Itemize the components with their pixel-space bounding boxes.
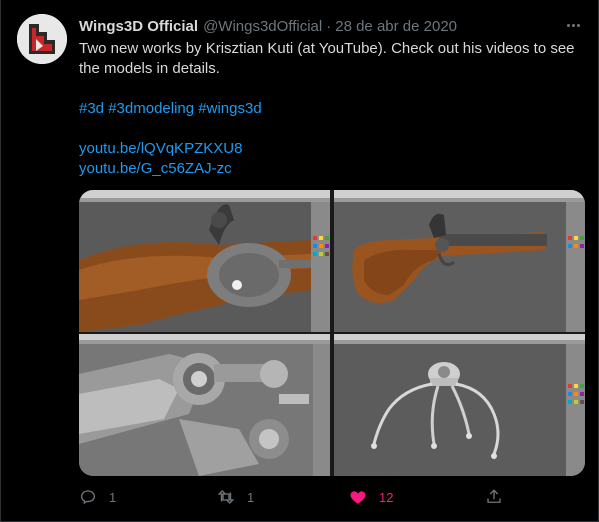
share-icon: [487, 489, 501, 503]
like-button[interactable]: 12: [349, 486, 393, 508]
link-youtube-2[interactable]: youtu.be/G_c56ZAJ-zc: [79, 160, 232, 177]
more-options-icon[interactable]: [562, 16, 584, 34]
tweet-date[interactable]: 28 de abr de 2020: [335, 18, 457, 35]
author-handle[interactable]: @Wings3dOfficial: [203, 18, 322, 35]
reply-count: 1: [109, 489, 117, 505]
tweet-actions: 1 1 12: [79, 486, 519, 508]
tweet-header: Wings3D Official @Wings3dOfficial · 28 d…: [79, 15, 558, 37]
media-image-robot-closeup[interactable]: [79, 334, 330, 476]
tweet-card[interactable]: Wings3D Official @Wings3dOfficial · 28 d…: [0, 0, 599, 522]
media-grid: [79, 190, 585, 476]
separator: ·: [326, 17, 332, 35]
hashtag-line: #3d #3dmodeling #wings3d: [79, 99, 589, 119]
media-image-pistol-closeup[interactable]: [79, 190, 330, 332]
share-button[interactable]: [485, 486, 503, 508]
wings3d-logo-icon: [17, 14, 67, 64]
avatar[interactable]: [17, 14, 67, 64]
link-youtube-1[interactable]: youtu.be/lQVqKPZKXU8: [79, 140, 242, 157]
reply-icon: [80, 490, 96, 505]
retweet-icon: [217, 490, 235, 504]
retweet-count: 1: [247, 489, 255, 505]
media-image-spider-walker[interactable]: [334, 334, 585, 476]
retweet-button[interactable]: 1: [217, 486, 254, 508]
reply-button[interactable]: 1: [79, 486, 116, 508]
author-name[interactable]: Wings3D Official: [79, 18, 198, 35]
hashtag-3dmodeling[interactable]: #3dmodeling: [108, 100, 194, 117]
tweet-text: Two new works by Krisztian Kuti (at YouT…: [79, 39, 589, 179]
hashtag-wings3d[interactable]: #wings3d: [198, 100, 261, 117]
like-count: 12: [379, 489, 394, 505]
tweet-body: Two new works by Krisztian Kuti (at YouT…: [79, 40, 575, 77]
heart-icon: [350, 491, 366, 504]
media-image-pistol-full[interactable]: [334, 190, 585, 332]
hashtag-3d[interactable]: #3d: [79, 100, 104, 117]
